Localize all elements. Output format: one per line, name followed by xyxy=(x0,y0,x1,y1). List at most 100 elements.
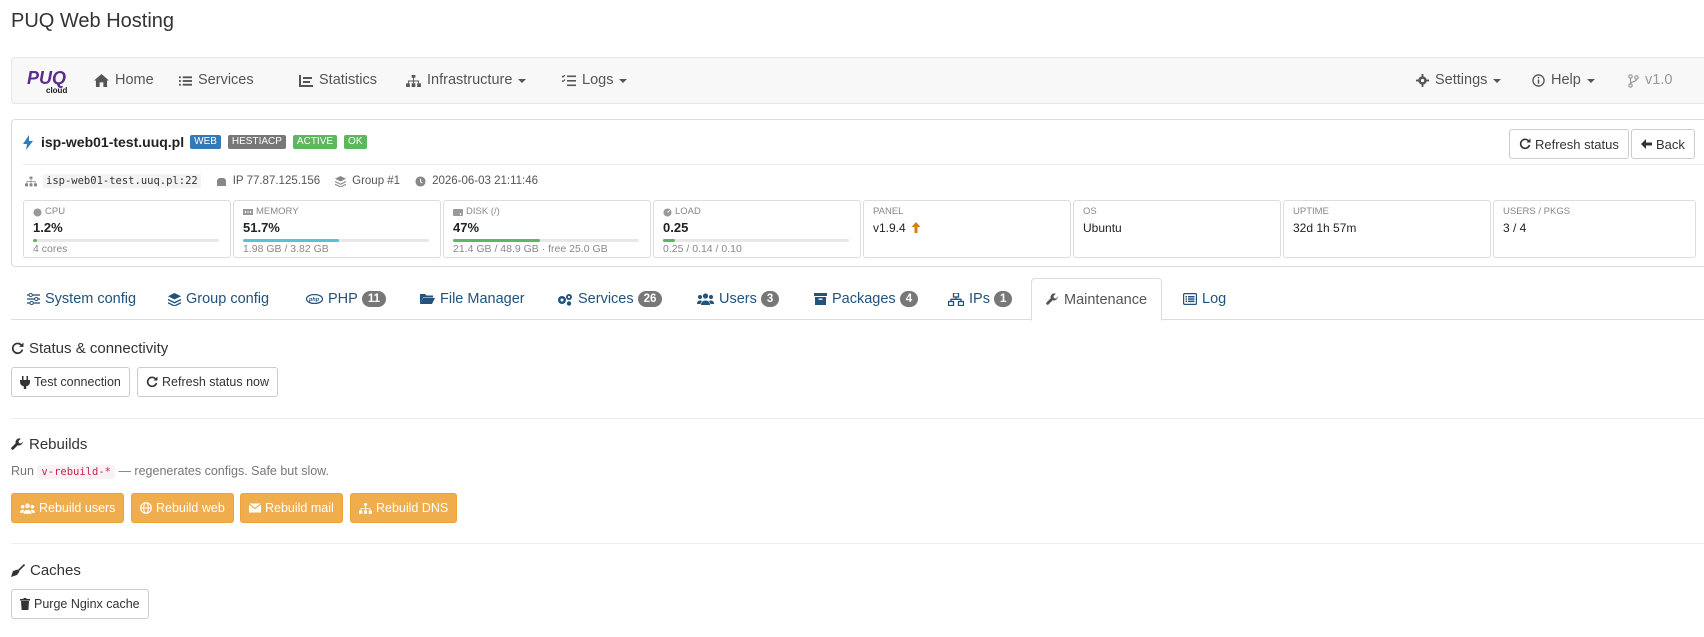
rebuilds-desc-prefix: Run xyxy=(11,464,34,478)
tab-ips-count: 1 xyxy=(993,291,1013,307)
stat-load-sub: 0.25 / 0.14 / 0.10 xyxy=(663,243,742,255)
tab-log[interactable]: Log xyxy=(1183,278,1226,320)
rebuilds-description: Run v-rebuild-* — regenerates configs. S… xyxy=(11,464,329,479)
tab-services[interactable]: Services 26 xyxy=(557,278,663,320)
stat-os: OS Ubuntu xyxy=(1073,200,1281,258)
tab-users[interactable]: Users 3 xyxy=(697,278,780,320)
meta-ip-value: IP 77.87.125.156 xyxy=(232,175,321,187)
nav-version-label: v1.0 xyxy=(1645,72,1673,88)
tab-packages[interactable]: Packages 4 xyxy=(814,278,919,320)
tab-maintenance[interactable]: Maintenance xyxy=(1031,278,1163,321)
arrow-up-icon xyxy=(911,222,921,233)
stat-panel-value-row: v1.9.4 xyxy=(873,219,1061,237)
plug-icon xyxy=(20,375,30,389)
git-branch-icon xyxy=(1628,73,1639,88)
tab-group-config[interactable]: Group config xyxy=(168,278,269,320)
rebuilds-desc-code: v-rebuild-* xyxy=(37,465,115,479)
test-connection-button[interactable]: Test connection xyxy=(11,367,130,397)
refresh-status-now-label: Refresh status now xyxy=(162,375,269,389)
globe-icon xyxy=(140,502,152,514)
stat-users: USERS / PKGS 3 / 4 xyxy=(1493,200,1696,258)
stat-os-label: OS xyxy=(1083,206,1097,217)
nav-help[interactable]: Help xyxy=(1532,58,1595,103)
nav-infrastructure[interactable]: Infrastructure xyxy=(406,58,527,103)
nav-statistics-label: Statistics xyxy=(319,72,378,88)
server-meta: isp-web01-test.uuq.pl:22 IP 77.87.125.15… xyxy=(25,172,553,190)
meta-ip: IP 77.87.125.156 xyxy=(216,175,320,187)
nav-logs[interactable]: Logs xyxy=(562,58,628,103)
refresh-icon xyxy=(146,376,158,388)
php-icon: php xyxy=(306,294,323,304)
meta-host: isp-web01-test.uuq.pl:22 xyxy=(25,174,201,188)
tab-services-count: 26 xyxy=(637,291,663,307)
stat-users-value: 3 / 4 xyxy=(1503,221,1527,235)
tab-maintenance-label: Maintenance xyxy=(1064,291,1148,308)
stat-uptime: UPTIME 32d 1h 57m xyxy=(1283,200,1491,258)
stat-load-label: LOAD xyxy=(675,206,701,217)
envelope-icon xyxy=(249,503,261,513)
purge-nginx-cache-label: Purge Nginx cache xyxy=(34,597,140,611)
disk-icon xyxy=(453,208,463,216)
rebuild-mail-button[interactable]: Rebuild mail xyxy=(240,493,343,523)
archive-icon xyxy=(814,293,827,305)
sliders-icon xyxy=(27,293,40,305)
tab-log-label: Log xyxy=(1202,291,1227,307)
chevron-down-icon xyxy=(1493,78,1502,83)
stat-cpu-bar xyxy=(33,239,219,242)
refresh-status-button[interactable]: Refresh status xyxy=(1509,129,1629,159)
nav-settings[interactable]: Settings xyxy=(1416,58,1502,103)
tab-services-label: Services xyxy=(578,291,634,307)
cogs-icon xyxy=(558,293,572,306)
tab-bar: System config Group config php PHP 11 Fi… xyxy=(11,278,1704,321)
nav-statistics[interactable]: Statistics xyxy=(299,58,377,103)
chevron-down-icon xyxy=(619,78,628,83)
users-icon xyxy=(697,293,714,305)
ethernet-icon xyxy=(216,178,226,186)
stat-disk-bar xyxy=(453,239,639,242)
stat-panel: PANEL v1.9.4 xyxy=(863,200,1071,258)
rebuild-web-button[interactable]: Rebuild web xyxy=(131,493,234,523)
tasks-icon xyxy=(562,74,576,86)
section-rebuilds-title: Rebuilds xyxy=(11,436,87,453)
list-alt-icon xyxy=(1183,293,1197,305)
section-divider xyxy=(11,543,1704,544)
purge-nginx-cache-button[interactable]: Purge Nginx cache xyxy=(11,589,149,619)
nav-home[interactable]: Home xyxy=(94,58,154,103)
layers-icon xyxy=(168,292,181,306)
nav-services[interactable]: Services xyxy=(179,58,254,103)
gauge-icon xyxy=(663,207,672,217)
arrow-left-icon xyxy=(1641,139,1652,149)
server-header: isp-web01-test.uuq.pl WEB HESTIACP ACTIV… xyxy=(23,131,374,153)
tab-ips[interactable]: IPs 1 xyxy=(948,278,1013,320)
rebuild-mail-label: Rebuild mail xyxy=(265,501,334,515)
cpu-icon xyxy=(33,207,42,217)
refresh-status-label: Refresh status xyxy=(1535,136,1619,152)
nav-version[interactable]: v1.0 xyxy=(1628,58,1672,103)
tab-group-config-label: Group config xyxy=(186,291,270,307)
top-navbar: PUQ cloud Home Services Statistics Infra… xyxy=(11,57,1704,104)
brand-logo[interactable]: PUQ cloud xyxy=(26,67,76,95)
app-title: PUQ Web Hosting xyxy=(11,10,175,32)
stat-disk-value: 47% xyxy=(453,220,480,235)
rebuild-users-label: Rebuild users xyxy=(39,501,116,515)
svg-text:php: php xyxy=(308,297,320,303)
stat-panel-label: PANEL xyxy=(873,206,904,217)
wrench-icon xyxy=(1046,293,1059,305)
tab-system-config[interactable]: System config xyxy=(27,278,136,320)
tab-packages-label: Packages xyxy=(832,291,896,307)
rebuild-users-button[interactable]: Rebuild users xyxy=(11,493,125,523)
tab-php[interactable]: php PHP 11 xyxy=(306,278,386,320)
nav-settings-label: Settings xyxy=(1435,72,1488,88)
svg-text:PUQ: PUQ xyxy=(27,68,66,88)
stat-disk: DISK (/) 47% 21.4 GB / 48.9 GB · free 25… xyxy=(443,200,651,258)
chevron-down-icon xyxy=(518,78,527,83)
rebuild-dns-button[interactable]: Rebuild DNS xyxy=(350,493,458,523)
refresh-status-now-button[interactable]: Refresh status now xyxy=(137,367,278,397)
clock-icon xyxy=(415,175,426,187)
tab-file-manager[interactable]: File Manager xyxy=(420,278,525,320)
section-status-title: Status & connectivity xyxy=(11,340,168,357)
back-button[interactable]: Back xyxy=(1631,129,1695,159)
wrench-icon xyxy=(11,438,24,450)
section-status-title-text: Status & connectivity xyxy=(29,340,169,357)
tab-file-manager-label: File Manager xyxy=(440,291,525,307)
